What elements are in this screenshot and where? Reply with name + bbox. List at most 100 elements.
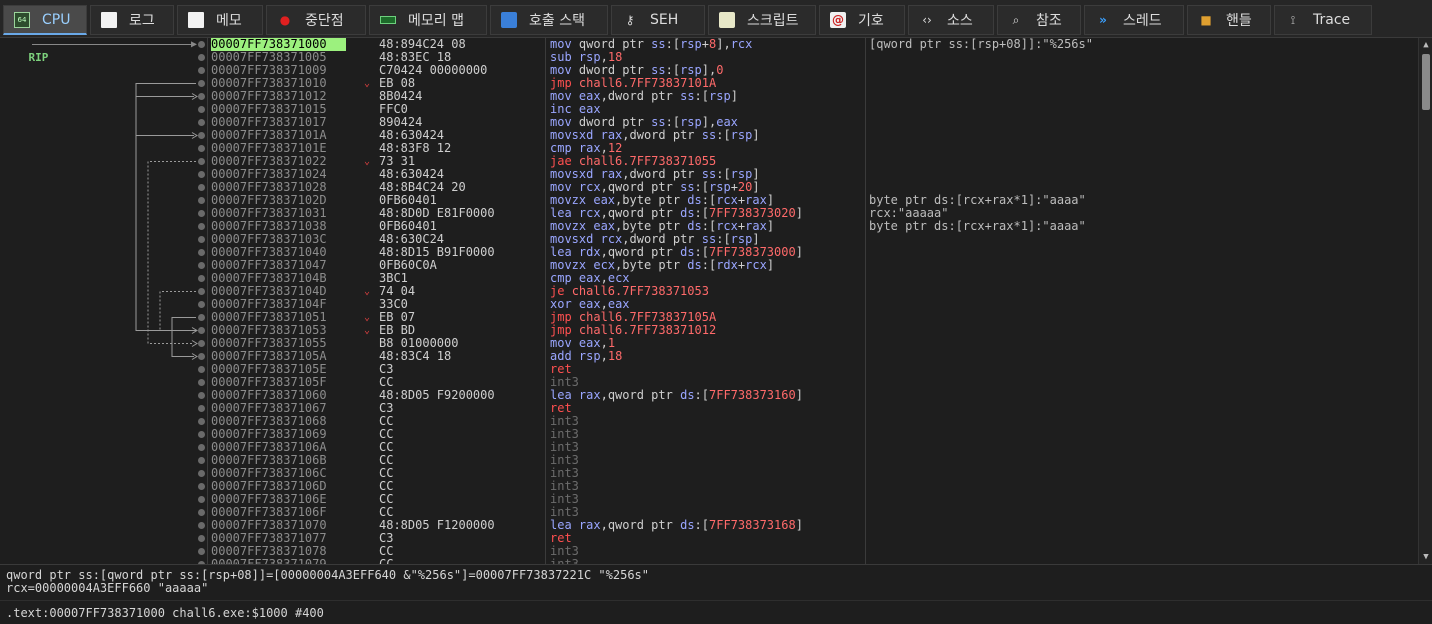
handles-icon: ■: [1200, 13, 1212, 27]
breakpoint-dot-icon[interactable]: [198, 366, 205, 373]
mnemonic: int3: [550, 466, 579, 480]
breakpoint-dot-icon[interactable]: [198, 210, 205, 217]
tab-label: 핸들: [1226, 13, 1252, 29]
operand-reg: rax: [600, 128, 623, 142]
breakpoint-dot-icon[interactable]: [198, 145, 205, 152]
mnemonic: add: [550, 349, 572, 363]
breakpoint-dot-icon[interactable]: [198, 535, 205, 542]
tab-script[interactable]: 스크립트: [708, 5, 816, 35]
mnemonic: cmp: [550, 271, 572, 285]
operand-plain: ]: [752, 128, 760, 142]
breakpoint-dot-icon[interactable]: [198, 301, 205, 308]
breakpoint-dot-icon[interactable]: [198, 548, 205, 555]
breakpoint-dot-icon[interactable]: [198, 431, 205, 438]
scroll-thumb[interactable]: [1422, 54, 1430, 110]
operand-plain: ]: [795, 518, 803, 532]
breakpoint-dot-icon[interactable]: [198, 106, 205, 113]
scroll-up-icon[interactable]: ▲: [1419, 38, 1432, 52]
operand-target: 7FF738373000: [709, 245, 796, 259]
breakpoint-dot-icon[interactable]: [198, 353, 205, 360]
mnemonic: movsxd: [550, 232, 594, 246]
breakpoint-dot-icon[interactable]: [198, 223, 205, 230]
breakpoint-dot-icon[interactable]: [198, 236, 205, 243]
tab-log[interactable]: 로그: [90, 5, 174, 35]
tab-cpu[interactable]: 64 CPU: [3, 5, 87, 35]
breakpoint-dot-icon[interactable]: [198, 327, 205, 334]
breakpoint-dot-icon[interactable]: [198, 405, 205, 412]
breakpoint-dot-icon[interactable]: [198, 93, 205, 100]
tab-breakpoint[interactable]: ● 중단점: [266, 5, 366, 35]
tab-call-stack[interactable]: 호출 스택: [490, 5, 608, 35]
breakpoint-dot-icon[interactable]: [198, 275, 205, 282]
breakpoint-dot-icon[interactable]: [198, 392, 205, 399]
tab-symbols[interactable]: @ 기호: [819, 5, 905, 35]
breakpoint-dot-icon[interactable]: [198, 496, 205, 503]
breakpoint-dot-icon[interactable]: [198, 171, 205, 178]
operand-reg: ds: [687, 193, 702, 207]
operand-reg: rsp: [730, 167, 753, 181]
breakpoint-dot-icon[interactable]: [198, 158, 205, 165]
operand-reg: ss: [701, 167, 717, 181]
operand-reg: ss: [651, 63, 666, 77]
operand-reg: rsp: [709, 89, 731, 103]
operand-num: 18: [607, 50, 623, 64]
vertical-scrollbar[interactable]: ▲ ▼: [1418, 38, 1432, 564]
operand-reg: ds: [680, 518, 695, 532]
breakpoint-dot-icon[interactable]: [198, 80, 205, 87]
breakpoint-dot-icon[interactable]: [198, 41, 205, 48]
breakpoint-dot-icon[interactable]: [198, 132, 205, 139]
tab-threads[interactable]: » 스레드: [1084, 5, 1184, 35]
tab-seh[interactable]: ⚷ SEH: [611, 5, 705, 35]
operand-reg: eax: [578, 336, 601, 350]
breakpoint-dot-icon[interactable]: [198, 379, 205, 386]
breakpoint-dot-icon[interactable]: [198, 340, 205, 347]
breakpoint-dot-icon[interactable]: [198, 522, 205, 529]
breakpoint-dot-icon[interactable]: [198, 457, 205, 464]
breakpoint-dot-icon[interactable]: [198, 444, 205, 451]
tab-memory-map[interactable]: 메모리 맵: [369, 5, 487, 35]
operand-reg: rcx: [716, 219, 738, 233]
operand-reg: rsp: [680, 38, 702, 51]
breakpoint-dot-icon[interactable]: [198, 470, 205, 477]
tab-references[interactable]: ⌕ 참조: [997, 5, 1081, 35]
breakpoint-dot-icon[interactable]: [198, 483, 205, 490]
operand-reg: rax: [745, 193, 767, 207]
breakpoint-dot-icon[interactable]: [198, 262, 205, 269]
breakpoint-dot-icon[interactable]: [198, 314, 205, 321]
mnemonic: inc: [550, 102, 572, 116]
tab-trace[interactable]: ⟟ Trace: [1274, 5, 1372, 35]
disassembly-view[interactable]: RIP ▶ 00007FF738371000 48:894C24 08 mov qw…: [0, 38, 1418, 564]
symbols-icon: @: [830, 12, 846, 28]
operand-reg: rsp: [578, 349, 601, 363]
operand-reg: rcx: [716, 193, 738, 207]
operand-plain: :[: [701, 219, 717, 233]
operand-reg: rsp: [680, 115, 702, 129]
operand-plain: :[: [701, 258, 717, 272]
operand-plain: ]: [752, 180, 760, 194]
operand-num: 18: [607, 349, 623, 363]
tab-handles[interactable]: ■ 핸들: [1187, 5, 1271, 35]
breakpoint-dot-icon[interactable]: [198, 184, 205, 191]
operand-reg: rcx: [730, 38, 753, 51]
mnemonic: mov: [550, 63, 572, 77]
mnemonic: lea: [550, 245, 572, 259]
breakpoint-dot-icon[interactable]: [198, 249, 205, 256]
operand-reg: ds: [687, 219, 702, 233]
tab-source[interactable]: ‹› 소스: [908, 5, 994, 35]
operand-plain: :[: [716, 128, 731, 142]
breakpoint-dot-icon[interactable]: [198, 509, 205, 516]
breakpoint-dot-icon[interactable]: [198, 67, 205, 74]
tab-label: 중단점: [305, 13, 344, 29]
instruction-text: lea rax,qword ptr ds:[7FF738373160]: [550, 389, 803, 402]
scroll-down-icon[interactable]: ▼: [1419, 550, 1432, 564]
operand-reg: eax: [578, 89, 601, 103]
tab-notes[interactable]: 메모: [177, 5, 263, 35]
operand-plain: ,: [600, 141, 608, 155]
breakpoint-dot-icon[interactable]: [198, 418, 205, 425]
breakpoint-dot-icon[interactable]: [198, 197, 205, 204]
breakpoint-dot-icon[interactable]: [198, 288, 205, 295]
mnemonic: movzx: [550, 258, 587, 272]
breakpoint-dot-icon[interactable]: [198, 54, 205, 61]
breakpoint-dot-icon[interactable]: [198, 119, 205, 126]
operand-target: chall6.7FF738371012: [578, 323, 717, 337]
